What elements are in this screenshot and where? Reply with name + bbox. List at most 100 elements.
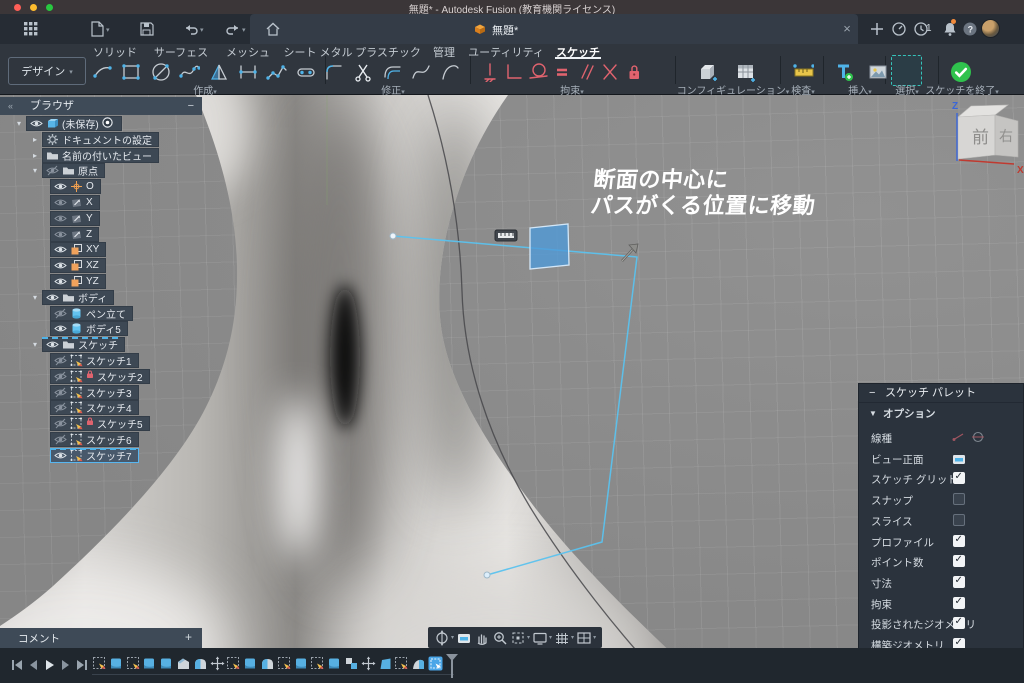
timeline-feature-sweep[interactable] bbox=[411, 656, 426, 671]
visibility-icon[interactable] bbox=[54, 323, 67, 334]
checkbox-unchecked[interactable] bbox=[953, 493, 965, 505]
save-icon[interactable] bbox=[138, 20, 156, 38]
visibility-icon[interactable] bbox=[54, 213, 67, 224]
timeline-feature-extrude[interactable] bbox=[159, 656, 174, 671]
timeline-feature-sketch[interactable] bbox=[277, 656, 292, 671]
add-tab-icon[interactable] bbox=[868, 20, 886, 38]
look-at-icon[interactable] bbox=[951, 451, 967, 467]
constraint-symmetry-icon[interactable] bbox=[598, 60, 620, 82]
help-icon[interactable]: ? bbox=[961, 20, 979, 38]
browser-item[interactable]: ▾原点 bbox=[28, 163, 105, 178]
modify-fillet-icon[interactable] bbox=[322, 60, 344, 82]
constraint-lock-icon[interactable] bbox=[622, 60, 644, 82]
browser-item-chip[interactable]: スケッチ5 bbox=[50, 416, 150, 431]
view-cube[interactable]: 前 右 Z X bbox=[928, 97, 1024, 183]
orbit-icon[interactable]: ▾ bbox=[434, 630, 454, 646]
sketch-rectangle-icon[interactable] bbox=[120, 60, 142, 82]
configuration-cube-icon[interactable] bbox=[696, 60, 718, 82]
browser-item-chip[interactable]: O bbox=[50, 179, 101, 194]
tab-5[interactable]: プラスチック bbox=[355, 44, 421, 57]
dimension-ruler-icon[interactable] bbox=[495, 230, 517, 241]
browser-item[interactable]: YZ bbox=[50, 274, 106, 289]
chevron-down-icon[interactable] bbox=[200, 26, 204, 34]
display-settings-icon[interactable]: ▾ bbox=[532, 630, 552, 646]
modify-break-icon[interactable] bbox=[438, 60, 460, 82]
browser-item-chip[interactable]: XZ bbox=[50, 258, 106, 273]
zoom-icon[interactable] bbox=[492, 630, 508, 646]
home-icon[interactable] bbox=[264, 20, 282, 38]
extensions-icon[interactable] bbox=[890, 20, 908, 38]
collapse-panel-icon[interactable]: « bbox=[8, 97, 13, 115]
finish-sketch-icon[interactable] bbox=[949, 60, 971, 82]
browser-item-chip[interactable]: XY bbox=[50, 242, 106, 257]
constraint-tangent-icon[interactable] bbox=[526, 60, 548, 82]
timeline-feature-loft[interactable] bbox=[378, 656, 393, 671]
browser-item[interactable]: ▸名前の付いたビュー bbox=[28, 148, 159, 163]
visibility-icon[interactable] bbox=[46, 292, 59, 303]
step-back-icon[interactable] bbox=[26, 658, 40, 672]
activate-radio-icon[interactable] bbox=[102, 117, 115, 130]
visibility-off-icon[interactable] bbox=[54, 434, 67, 445]
checkbox-checked[interactable] bbox=[953, 576, 965, 588]
tab-6[interactable]: 管理 bbox=[433, 44, 455, 57]
linetype-icons[interactable] bbox=[951, 430, 985, 444]
visibility-icon[interactable] bbox=[54, 197, 67, 208]
visibility-icon[interactable] bbox=[54, 276, 67, 287]
step-forward-icon[interactable] bbox=[58, 658, 72, 672]
browser-item[interactable]: スケッチ3 bbox=[50, 385, 139, 400]
chevron-down-icon[interactable]: ▾ bbox=[549, 634, 552, 641]
tab-1[interactable]: ソリッド bbox=[93, 44, 137, 57]
timeline-feature-chamfer[interactable] bbox=[176, 656, 191, 671]
tab-4[interactable]: シート メタル bbox=[283, 44, 352, 57]
browser-item-chip[interactable]: ドキュメントの設定 bbox=[42, 132, 159, 147]
timeline-feature-extrude[interactable] bbox=[327, 656, 342, 671]
browser-item-chip[interactable]: ボディ bbox=[42, 290, 114, 305]
timeline-feature-sketch-current[interactable] bbox=[428, 656, 443, 671]
grid-icon[interactable]: ▾ bbox=[554, 630, 574, 646]
browser-item[interactable]: スケッチ5 bbox=[50, 416, 150, 431]
timeline-feature-move[interactable] bbox=[210, 656, 225, 671]
browser-item-chip[interactable]: ボディ5 bbox=[50, 321, 128, 336]
browser-item[interactable]: スケッチ1 bbox=[50, 353, 139, 368]
browser-item[interactable]: X bbox=[50, 195, 100, 210]
timeline-feature-extrude[interactable] bbox=[294, 656, 309, 671]
timeline-feature-sketch[interactable] bbox=[394, 656, 409, 671]
browser-item-chip[interactable]: スケッチ2 bbox=[50, 369, 150, 384]
visibility-icon[interactable] bbox=[30, 118, 43, 129]
sketch-mirror-icon[interactable] bbox=[207, 60, 229, 82]
checkbox-checked[interactable] bbox=[953, 555, 965, 567]
browser-item[interactable]: ▸ドキュメントの設定 bbox=[28, 132, 159, 147]
visibility-off-icon[interactable] bbox=[54, 387, 67, 398]
browser-item[interactable]: O bbox=[50, 179, 101, 194]
undo-icon[interactable] bbox=[182, 20, 200, 38]
chevron-down-icon[interactable]: ▾ bbox=[593, 634, 596, 641]
browser-item[interactable]: スケッチ2 bbox=[50, 369, 150, 384]
browser-item[interactable]: XY bbox=[50, 242, 106, 257]
sketch-circle-icon[interactable] bbox=[149, 60, 171, 82]
browser-item[interactable]: XZ bbox=[50, 258, 106, 273]
palette-header[interactable]: − スケッチ パレット bbox=[859, 384, 1023, 403]
workspace-selector[interactable]: デザイン bbox=[8, 57, 86, 85]
avatar[interactable] bbox=[981, 19, 1000, 38]
timeline-feature-extrude[interactable] bbox=[109, 656, 124, 671]
constraint-equal-icon[interactable] bbox=[550, 60, 572, 82]
visibility-icon[interactable] bbox=[54, 229, 67, 240]
checkbox-checked[interactable] bbox=[953, 472, 965, 484]
visibility-icon[interactable] bbox=[54, 244, 67, 255]
chevron-down-icon[interactable]: ▾ bbox=[28, 340, 42, 349]
browser-item[interactable]: スケッチ4 bbox=[50, 400, 139, 415]
minimize-panel-icon[interactable]: − bbox=[188, 97, 194, 115]
collapse-palette-icon[interactable]: − bbox=[869, 384, 875, 403]
document-tab[interactable] bbox=[250, 14, 858, 44]
browser-item[interactable]: ボディ5 bbox=[50, 321, 128, 336]
chevron-down-icon[interactable]: ▾ bbox=[28, 293, 42, 302]
timeline-feature-move[interactable] bbox=[361, 656, 376, 671]
sketch-path-line[interactable] bbox=[393, 236, 637, 575]
visibility-off-icon[interactable] bbox=[46, 165, 59, 176]
sketch-fit-point-icon[interactable] bbox=[265, 60, 287, 82]
chevron-down-icon[interactable] bbox=[106, 26, 110, 34]
constraint-perpendicular-icon[interactable] bbox=[502, 60, 524, 82]
modify-trim-icon[interactable] bbox=[351, 60, 373, 82]
insert-image-icon[interactable] bbox=[866, 60, 888, 82]
timeline-feature-combine[interactable] bbox=[344, 656, 359, 671]
